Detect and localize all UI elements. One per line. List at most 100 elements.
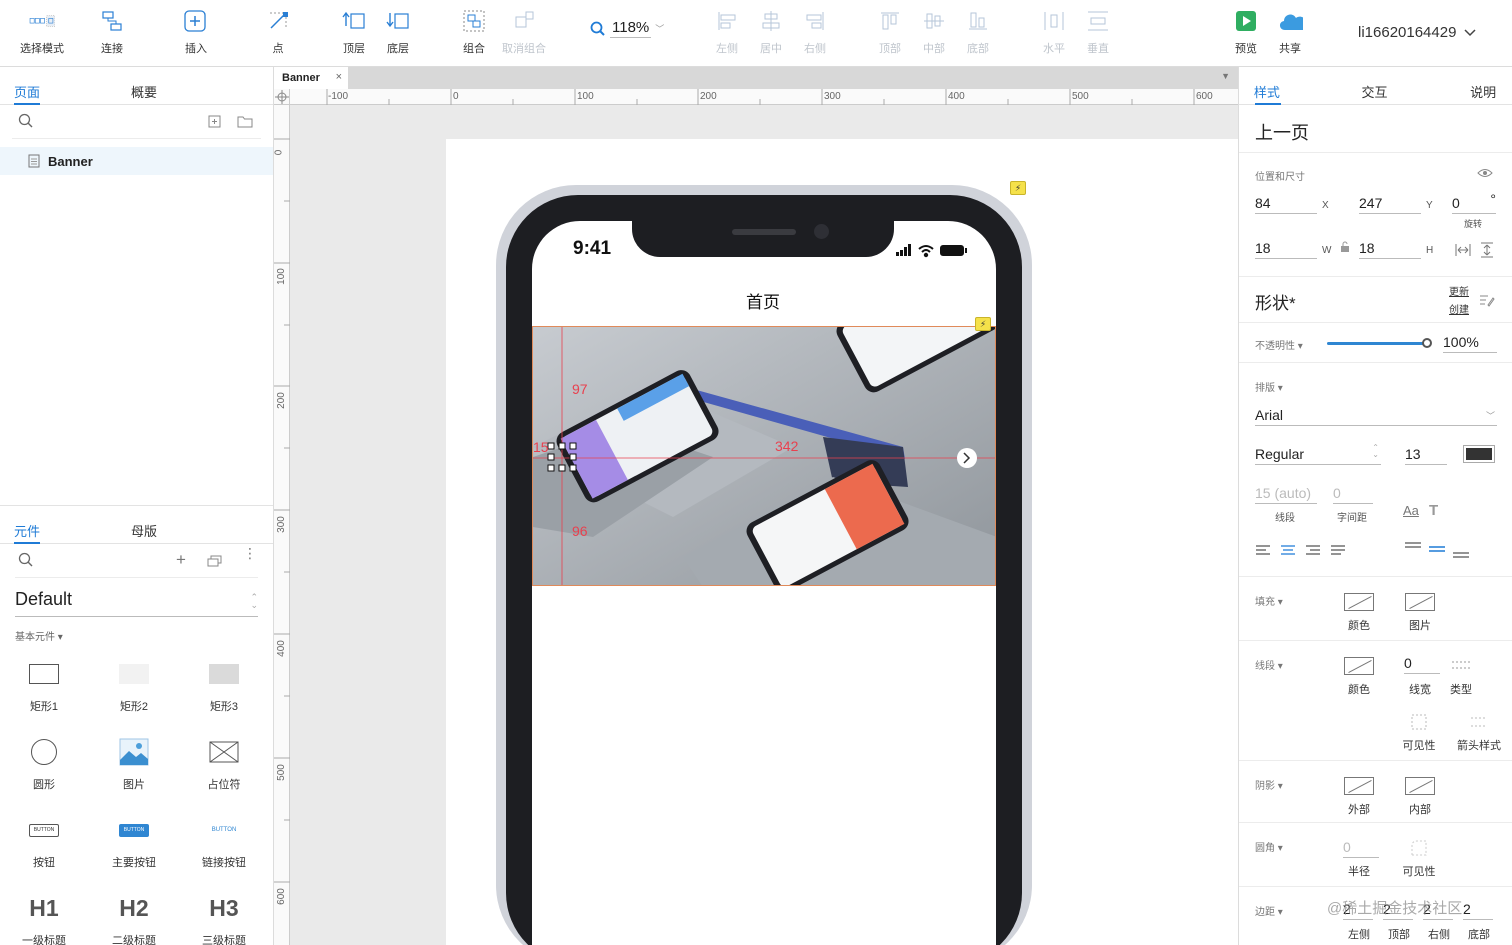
fill-label[interactable]: 填充 ▾ [1255,593,1283,608]
tab-style[interactable]: 样式 [1239,67,1295,105]
shadow-label[interactable]: 阴影 ▾ [1255,777,1283,792]
interaction-flash-icon[interactable]: ⚡ [1010,181,1026,195]
corner-label[interactable]: 圆角 ▾ [1255,839,1283,854]
opacity-label[interactable]: 不透明性 ▾ [1255,337,1303,352]
library-windows-icon[interactable] [207,555,223,567]
document-tab-banner[interactable]: Banner × [274,67,348,89]
widget-rectangle-1[interactable]: 矩形1 [9,654,79,714]
font-family-select[interactable]: Arial ﹀ [1255,407,1497,426]
corner-radius-field[interactable]: 0 [1343,839,1379,858]
connect-button[interactable]: 连接 [82,8,142,56]
rotation-field[interactable]: 0 ° [1452,191,1496,214]
padding-bottom-field[interactable]: 2 [1463,901,1493,920]
banner-image[interactable]: 97 96 15 342 [532,326,996,586]
more-options-icon[interactable]: ⋮ [243,546,257,560]
vertical-align-buttons[interactable] [1405,541,1475,561]
fill-color-swatch[interactable] [1344,593,1374,611]
fill-image-swatch[interactable] [1405,593,1435,611]
border-width-field[interactable]: 0 [1404,655,1440,674]
opacity-field[interactable]: 100% [1443,334,1497,353]
tab-outline[interactable]: 概要 [54,67,234,104]
distribute-vertical-button[interactable]: 垂直 [1068,8,1128,56]
interaction-flash-icon[interactable]: ⚡ [975,317,991,331]
widget-heading-3[interactable]: H3 三级标题 [189,888,259,945]
update-style-link[interactable]: 更新 [1449,283,1469,298]
widget-heading-2[interactable]: H2 二级标题 [99,888,169,945]
create-style-link[interactable]: 创建 [1449,301,1469,316]
char-spacing-field[interactable]: 0 [1333,485,1373,504]
ungroup-button[interactable]: 取消组合 [494,8,554,56]
measure-right: 342 [775,438,799,454]
opacity-slider[interactable] [1327,342,1425,345]
insert-button[interactable]: 插入 [166,8,226,56]
typography-label[interactable]: 排版 ▾ [1255,379,1283,394]
y-field[interactable]: 247 [1359,195,1421,214]
add-folder-icon[interactable] [237,114,253,128]
widget-primary-button[interactable]: BUTTON 主要按钮 [99,810,169,870]
search-icon[interactable] [18,552,34,568]
close-icon[interactable]: × [336,71,342,83]
align-right-button[interactable]: 右侧 [785,8,845,56]
fit-width-icon[interactable] [1455,243,1471,257]
lock-icon[interactable] [1340,241,1350,253]
user-menu[interactable]: li16620164429 [1358,24,1476,41]
library-select[interactable]: Default ⌃ ⌄ [15,589,258,617]
text-case-icon[interactable]: Aa [1403,503,1419,518]
text-style-icon[interactable]: T [1429,502,1438,519]
border-label[interactable]: 线段 ▾ [1255,657,1283,672]
zoom-control[interactable]: 118% ﹀ [590,19,664,38]
width-field[interactable]: 18 [1255,240,1317,259]
widget-rectangle-3[interactable]: 矩形3 [189,654,259,714]
opacity-slider-handle[interactable] [1422,338,1432,348]
search-icon[interactable] [18,113,34,129]
measure-top: 97 [572,381,588,397]
add-page-icon[interactable] [208,115,222,129]
border-color-swatch[interactable] [1344,657,1374,675]
widget-name[interactable]: 上一页 [1255,119,1309,145]
eye-icon[interactable] [1477,168,1493,178]
point-button[interactable]: 点 [248,8,308,56]
widget-link-button[interactable]: BUTTON 链接按钮 [189,810,259,870]
font-size-field[interactable]: 13 [1405,446,1447,465]
border-visibility-icon[interactable] [1411,714,1427,730]
vertical-ruler[interactable]: 0 100 200 300 400 500 600 [274,105,290,945]
fit-height-icon[interactable] [1480,242,1494,258]
add-library-icon[interactable]: + [176,550,186,570]
edit-style-icon[interactable] [1479,293,1495,307]
text-color-swatch[interactable] [1463,445,1495,463]
style-name[interactable]: 形状* [1255,289,1296,314]
tab-widgets[interactable]: 元件 [0,506,54,544]
widget-button[interactable]: BUTTON 按钮 [9,810,79,870]
widget-image[interactable]: 图片 [99,732,169,792]
shadow-outer-swatch[interactable] [1344,777,1374,795]
share-button[interactable]: 共享 [1260,8,1320,56]
font-weight-select[interactable]: Regular ⌃ ⌄ [1255,444,1381,465]
padding-label[interactable]: 边距 ▾ [1255,903,1283,918]
line-spacing-field[interactable]: 15 (auto) [1255,485,1317,504]
height-field[interactable]: 18 [1359,240,1421,259]
corner-visibility-icon[interactable] [1411,840,1427,856]
horizontal-ruler[interactable]: -100 0 100 200 300 400 500 600 [290,89,1238,105]
tab-menu-chevron-icon[interactable]: ▼ [1221,71,1230,81]
tab-notes[interactable]: 说明 [1454,67,1512,104]
shadow-inner-swatch[interactable] [1405,777,1435,795]
tab-pages[interactable]: 页面 [0,67,54,105]
tab-masters[interactable]: 母版 [54,506,234,543]
ruler-corner[interactable] [274,89,290,105]
align-bottom-button[interactable]: 底部 [948,8,1008,56]
widget-placeholder[interactable]: 占位符 [189,732,259,792]
design-canvas[interactable]: Banner × ▼ -100 0 100 200 300 400 500 60… [274,67,1238,945]
border-type-icon[interactable] [1452,659,1470,671]
link-button-icon: BUTTON [211,826,237,833]
widget-circle[interactable]: 圆形 [9,732,79,792]
text-align-buttons[interactable] [1256,544,1346,558]
widget-rectangle-2[interactable]: 矩形2 [99,654,169,714]
select-mode-button[interactable]: 选择模式 [12,8,72,56]
tab-interaction[interactable]: 交互 [1295,67,1454,104]
x-field[interactable]: 84 [1255,195,1317,214]
widget-heading-1[interactable]: H1 一级标题 [9,888,79,945]
page-item-banner[interactable]: Banner [0,147,273,175]
arrow-style-icon[interactable] [1470,715,1488,729]
send-to-back-button[interactable]: 底层 [368,8,428,56]
widget-category[interactable]: 基本元件 ▾ [15,628,63,643]
